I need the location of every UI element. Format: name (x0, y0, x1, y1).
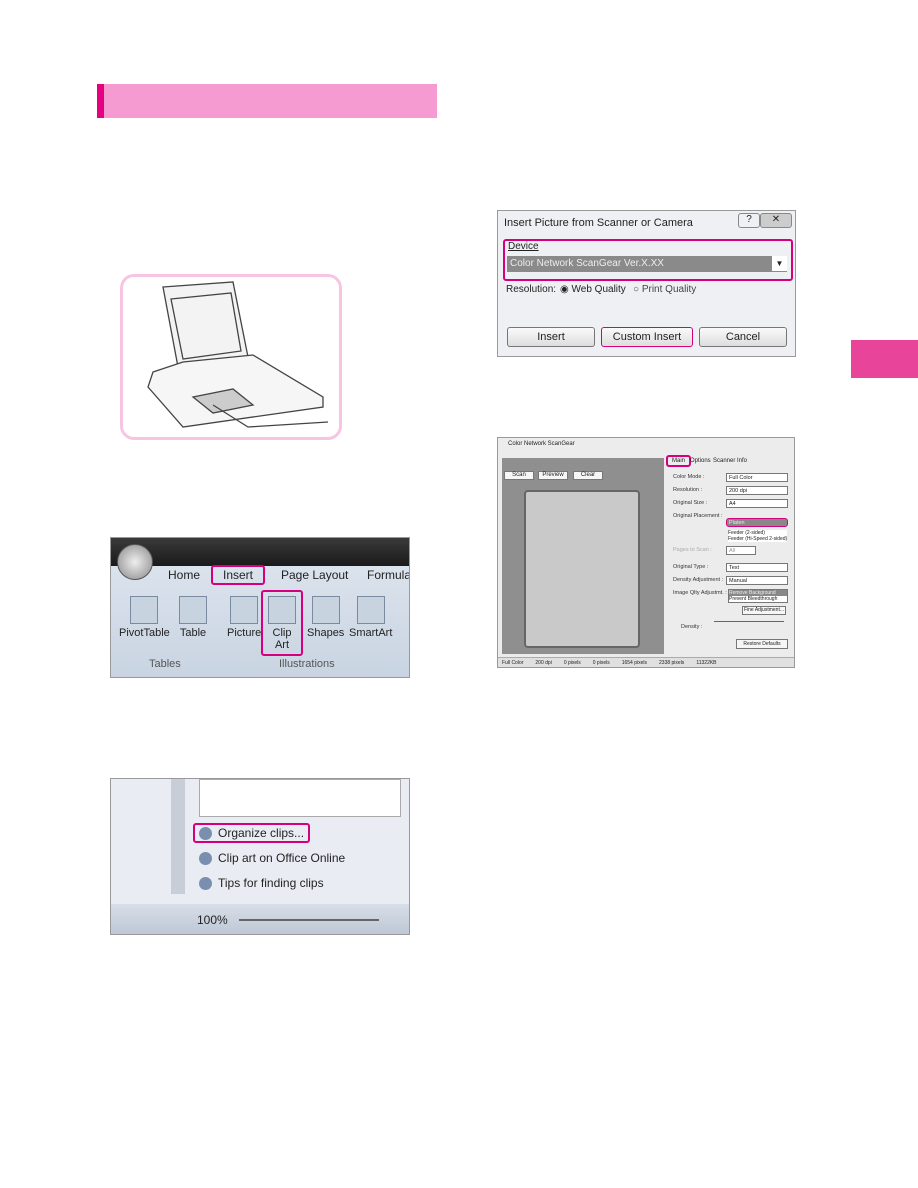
density-adjustment-select[interactable]: Manual (726, 576, 788, 585)
picture-icon (230, 596, 259, 624)
tab-formulas[interactable]: Formulas (367, 568, 409, 582)
tab-insert[interactable]: Insert (211, 565, 266, 585)
organize-clips-icon (199, 827, 212, 841)
status-bar: Full Color 200 dpi 0 pixels 0 pixels 1654 pi… (498, 657, 794, 667)
status-width: 0 pixels (563, 660, 581, 666)
zoom-level: 100% (197, 913, 228, 927)
tab-options[interactable]: Options (690, 458, 711, 464)
section-header-bar (97, 84, 437, 118)
chevron-down-icon: ▼ (772, 256, 787, 271)
clip-art-pane-screenshot: Organize clips... Clip art on Office Onl… (110, 778, 410, 935)
table-icon (179, 596, 207, 624)
placement-options-list[interactable]: Feeder (2-sided) Feeder (Hi-Speed 2-sided… (728, 530, 788, 542)
status-dpi: 200 dpi (535, 660, 552, 666)
quick-access-toolbar (111, 538, 409, 566)
resolution-label: Resolution: (506, 284, 557, 295)
image-quality-list[interactable]: Remove Background Prevent Bleedthrough (728, 589, 788, 603)
insert-picture-dialog: Insert Picture from Scanner or Camera ? … (497, 210, 796, 357)
density-slider[interactable] (714, 621, 784, 622)
smartart-button[interactable]: SmartArt (349, 596, 392, 639)
web-quality-radio[interactable]: ◉ Web Quality (560, 284, 626, 295)
color-mode-label: Color Mode : (673, 474, 705, 480)
table-button[interactable]: Table (179, 596, 207, 639)
preview-page (524, 490, 640, 648)
cancel-button[interactable]: Cancel (699, 327, 787, 347)
insert-button[interactable]: Insert (507, 327, 595, 347)
group-illustrations: Illustrations (279, 658, 335, 670)
status-size: 11322KB (696, 660, 717, 666)
pivottable-button[interactable]: PivotTable (119, 596, 170, 639)
shapes-icon (311, 596, 340, 624)
original-type-label: Original Type : (673, 564, 709, 570)
status-out-width: 1654 pixels (621, 660, 648, 666)
original-type-select[interactable]: Text (726, 563, 788, 572)
custom-insert-button[interactable]: Custom Insert (601, 327, 693, 347)
scanner-platen-icon (147, 281, 329, 428)
pivottable-icon (130, 596, 159, 624)
organize-clips-link[interactable]: Organize clips... (193, 823, 311, 844)
pages-to-scan-label: Pages to Scan : (673, 547, 712, 553)
option-prevent-bleedthrough[interactable]: Prevent Bleedthrough (729, 596, 787, 602)
restore-defaults-button[interactable]: Restore Defaults (736, 639, 788, 649)
resolution-select[interactable]: 200 dpi (726, 486, 788, 495)
chapter-tab (851, 340, 918, 378)
original-placement-label: Original Placement : (673, 513, 723, 519)
preview-button[interactable]: Preview (538, 471, 568, 480)
dialog-title: Insert Picture from Scanner or Camera (504, 217, 693, 229)
scrollbar[interactable] (171, 779, 185, 894)
tab-main[interactable]: Main (666, 455, 692, 467)
scangear-window: Color Network ScanGear Scan Preview Clea… (497, 437, 795, 668)
clip-art-button[interactable]: Clip Art (261, 590, 303, 656)
preview-area (502, 458, 664, 654)
clip-results-box (199, 779, 401, 817)
status-color: Full Color (502, 660, 524, 666)
image-quality-label: Image Qlty Adjustmt. : (673, 590, 727, 596)
status-height: 0 pixels (592, 660, 610, 666)
clear-button[interactable]: Clear (573, 471, 603, 480)
office-button[interactable] (117, 544, 153, 580)
device-select[interactable]: Color Network ScanGear Ver.X.XX ▼ (507, 256, 787, 272)
picture-button[interactable]: Picture (227, 596, 261, 639)
clip-art-online-link[interactable]: Clip art on Office Online (199, 851, 345, 866)
group-tables: Tables (149, 658, 181, 670)
window-title: Color Network ScanGear (508, 441, 575, 447)
tab-home[interactable]: Home (168, 568, 200, 582)
placement-option-platen[interactable]: Platen (726, 518, 788, 527)
shapes-button[interactable]: Shapes (307, 596, 344, 639)
tab-scanner-info[interactable]: Scanner Info (713, 458, 747, 464)
density-adjustment-label: Density Adjustment : (673, 577, 724, 583)
fine-adjustment-button[interactable]: Fine Adjustment... (742, 606, 786, 615)
globe-icon (199, 852, 212, 866)
help-button[interactable]: ? (738, 213, 760, 228)
color-mode-select[interactable]: Full Color (726, 473, 788, 482)
device-label: Device (508, 241, 539, 252)
help-icon (199, 877, 212, 891)
section-header-accent (97, 84, 104, 118)
smartart-icon (356, 596, 385, 624)
pages-select[interactable]: All (726, 546, 756, 555)
close-button[interactable]: ✕ (760, 213, 792, 228)
zoom-slider[interactable] (239, 919, 379, 921)
print-quality-radio[interactable]: ○ Print Quality (633, 284, 696, 295)
scanner-illustration (120, 274, 342, 440)
tips-link[interactable]: Tips for finding clips (199, 876, 324, 891)
density-label: Density : (681, 624, 703, 630)
original-size-label: Original Size : (673, 500, 708, 506)
clip-art-icon (268, 596, 296, 624)
original-size-select[interactable]: A4 (726, 499, 788, 508)
tab-page-layout[interactable]: Page Layout (281, 568, 348, 582)
resolution-label: Resolution : (673, 487, 703, 493)
placement-option-feeder-hispeed[interactable]: Feeder (Hi-Speed 2-sided) (728, 536, 787, 542)
excel-ribbon-screenshot: Home Insert Page Layout Formulas PivotTa… (110, 537, 410, 678)
status-out-height: 2338 pixels (659, 660, 685, 666)
scan-button[interactable]: Scan (504, 471, 534, 480)
